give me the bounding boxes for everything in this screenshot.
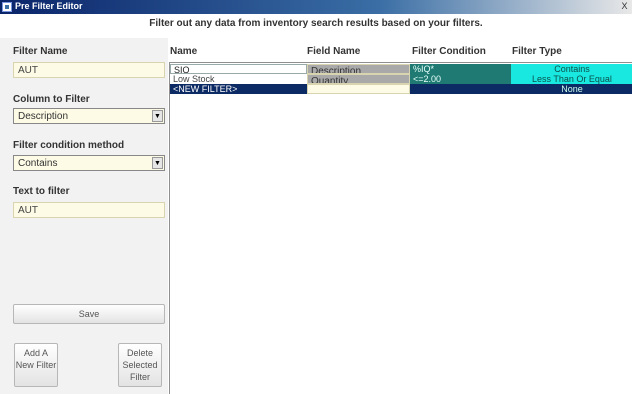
instruction-text: Filter out any data from inventory searc… [149, 18, 483, 29]
cell-filter-type: Less Than Or Equal [511, 74, 632, 84]
text-to-filter-label: Text to filter [13, 186, 70, 197]
filter-name-label: Filter Name [13, 46, 68, 57]
add-filter-button[interactable]: Add A New Filter [14, 343, 58, 387]
text-to-filter-input[interactable]: AUT [13, 202, 165, 218]
window-title: Pre Filter Editor [15, 1, 83, 11]
cell-filter-condition [410, 84, 511, 94]
cell-field-name: Description [307, 64, 410, 74]
cell-filter-type: Contains [511, 64, 632, 74]
cell-field-name [307, 84, 410, 94]
cell-name: Low Stock [170, 74, 307, 84]
window-titlebar: Pre Filter Editor X [0, 0, 632, 14]
column-header-field-name[interactable]: Field Name [307, 46, 360, 57]
column-to-filter-label: Column to Filter [13, 94, 90, 105]
cell-filter-condition: <=2.00 [410, 74, 511, 84]
chevron-down-icon[interactable]: ▼ [152, 110, 163, 122]
close-icon[interactable]: X [619, 1, 630, 12]
cell-field-name: Quantity [307, 74, 410, 84]
cell-name: <NEW FILTER> [173, 84, 238, 94]
delete-filter-button[interactable]: Delete Selected Filter [118, 343, 162, 387]
column-header-name[interactable]: Name [170, 46, 197, 57]
filter-grid: SIQ Description %IQ* Contains Low Stock … [169, 62, 632, 394]
filter-name-input[interactable]: AUT [13, 62, 165, 78]
cell-name: SIQ [170, 64, 307, 74]
save-button[interactable]: Save [13, 304, 165, 324]
table-row[interactable]: SIQ Description %IQ* Contains [170, 64, 632, 74]
column-to-filter-select[interactable]: Description ▼ [13, 108, 165, 124]
filter-method-label: Filter condition method [13, 140, 125, 151]
chevron-down-icon[interactable]: ▼ [152, 157, 163, 169]
column-header-filter-condition[interactable]: Filter Condition [412, 46, 486, 57]
table-row-selected[interactable]: <NEW FILTER> None [170, 84, 632, 94]
app-icon [2, 2, 12, 12]
cell-filter-condition: %IQ* [410, 64, 511, 74]
filter-method-value: Contains [18, 158, 58, 169]
filter-method-select[interactable]: Contains ▼ [13, 155, 165, 171]
column-header-filter-type[interactable]: Filter Type [512, 46, 562, 57]
table-row[interactable]: Low Stock Quantity <=2.00 Less Than Or E… [170, 74, 632, 84]
cell-filter-type: None [561, 84, 583, 94]
grid-header: Name Field Name Filter Condition Filter … [170, 46, 632, 60]
column-to-filter-value: Description [18, 111, 69, 122]
